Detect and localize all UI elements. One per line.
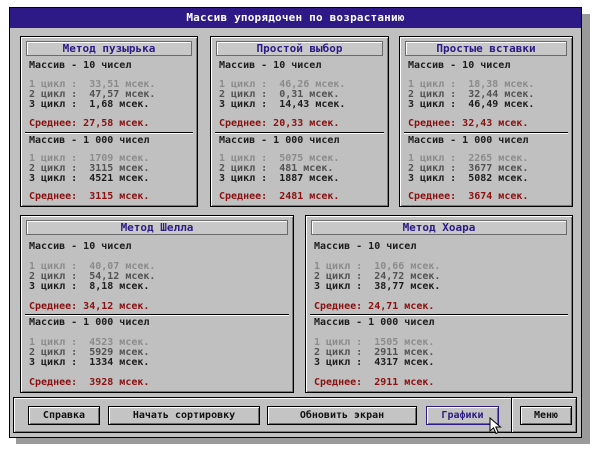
menu-button-bar: Меню: [511, 397, 577, 433]
help-button[interactable]: Справка: [28, 406, 100, 425]
section-1000-numbers: Массив - 1 000 чисел 1 цикл : 1709 мсек.…: [29, 135, 191, 203]
start-sort-button[interactable]: Начать сортировку: [108, 406, 260, 425]
section-1000-numbers: Массив - 1 000 чисел 1 цикл : 5075 мсек.…: [219, 135, 382, 203]
section-header: Массив - 1 000 чисел: [29, 317, 150, 328]
average-result: Среднее: 2481 мсек.: [219, 191, 340, 202]
panel-title: Метод Шелла: [26, 220, 288, 235]
section-header: Массив - 10 чисел: [408, 60, 511, 71]
sort-results-window: Массив упорядочен по возрастанию Метод п…: [9, 7, 582, 438]
refresh-screen-button[interactable]: Обновить экран: [267, 406, 417, 425]
cycle-3-result: 3 цикл : 4317 мсек.: [314, 357, 435, 368]
section-header: Массив - 10 чисел: [29, 60, 132, 71]
average-result: Среднее: 2911 мсек.: [314, 377, 435, 388]
divider: [25, 132, 193, 134]
menu-button[interactable]: Меню: [520, 406, 572, 425]
average-result: Среднее: 3115 мсек.: [29, 191, 150, 202]
average-result: Среднее: 34,12 мсек.: [29, 301, 150, 312]
panel-title: Метод пузырька: [26, 41, 192, 56]
section-header: Массив - 1 000 чисел: [29, 135, 150, 146]
section-1000-numbers: Массив - 1 000 чисел 1 цикл : 2265 мсек.…: [408, 135, 566, 203]
section-1000-numbers: Массив - 1 000 чисел 1 цикл : 1505 мсек.…: [314, 317, 566, 389]
divider: [25, 314, 289, 316]
section-header: Массив - 10 чисел: [314, 241, 417, 252]
cycle-3-result: 3 цикл : 46,49 мсек.: [408, 99, 535, 110]
section-10-numbers: Массив - 10 чисел 1 цикл : 18,38 мсек. 2…: [408, 60, 566, 130]
section-10-numbers: Массив - 10 чисел 1 цикл : 46,26 мсек. 2…: [219, 60, 382, 130]
panel-hoare-sort: Метод Хоара Массив - 10 чисел 1 цикл : 1…: [305, 215, 573, 393]
section-header: Массив - 1 000 чисел: [314, 317, 435, 328]
panel-title: Простые вставки: [405, 41, 567, 56]
panel-title: Простой выбор: [216, 41, 383, 56]
section-header: Массив - 1 000 чисел: [219, 135, 340, 146]
panel-shell-sort: Метод Шелла Массив - 10 чисел 1 цикл : 4…: [20, 215, 294, 393]
arrow-pointer-icon: [489, 417, 502, 435]
cycle-3-result: 3 цикл : 1,68 мсек.: [29, 99, 150, 110]
divider: [310, 314, 568, 316]
section-header: Массив - 10 чисел: [219, 60, 322, 71]
section-10-numbers: Массив - 10 чисел 1 цикл : 33,51 мсек. 2…: [29, 60, 191, 130]
panel-selection-sort: Простой выбор Массив - 10 чисел 1 цикл :…: [210, 36, 389, 207]
action-button-bar: Справка Начать сортировку Обновить экран…: [13, 397, 514, 433]
cycle-3-result: 3 цикл : 14,43 мсек.: [219, 99, 346, 110]
panel-insertion-sort: Простые вставки Массив - 10 чисел 1 цикл…: [399, 36, 573, 207]
divider: [215, 132, 384, 134]
section-header: Массив - 10 чисел: [29, 241, 132, 252]
section-10-numbers: Массив - 10 чисел 1 цикл : 40,07 мсек. 2…: [29, 241, 287, 313]
cycle-3-result: 3 цикл : 4521 мсек.: [29, 173, 150, 184]
cycle-3-result: 3 цикл : 5082 мсек.: [408, 173, 529, 184]
section-10-numbers: Массив - 10 чисел 1 цикл : 10,66 мсек. 2…: [314, 241, 566, 313]
window-title: Массив упорядочен по возрастанию: [10, 8, 581, 28]
cycle-3-result: 3 цикл : 1334 мсек.: [29, 357, 150, 368]
cycle-3-result: 3 цикл : 38,77 мсек.: [314, 281, 441, 292]
average-result: Среднее: 3674 мсек.: [408, 191, 529, 202]
average-result: Среднее: 3928 мсек.: [29, 377, 150, 388]
cycle-3-result: 3 цикл : 8,18 мсек.: [29, 281, 150, 292]
average-result: Среднее: 20,33 мсек.: [219, 118, 340, 129]
average-result: Среднее: 24,71 мсек.: [314, 301, 435, 312]
divider: [404, 132, 568, 134]
average-result: Среднее: 32,43 мсек.: [408, 118, 529, 129]
average-result: Среднее: 27,58 мсек.: [29, 118, 150, 129]
section-header: Массив - 1 000 чисел: [408, 135, 529, 146]
panel-bubble-sort: Метод пузырька Массив - 10 чисел 1 цикл …: [20, 36, 198, 207]
section-1000-numbers: Массив - 1 000 чисел 1 цикл : 4523 мсек.…: [29, 317, 287, 389]
cycle-3-result: 3 цикл : 1887 мсек.: [219, 173, 340, 184]
panel-title: Метод Хоара: [311, 220, 567, 235]
